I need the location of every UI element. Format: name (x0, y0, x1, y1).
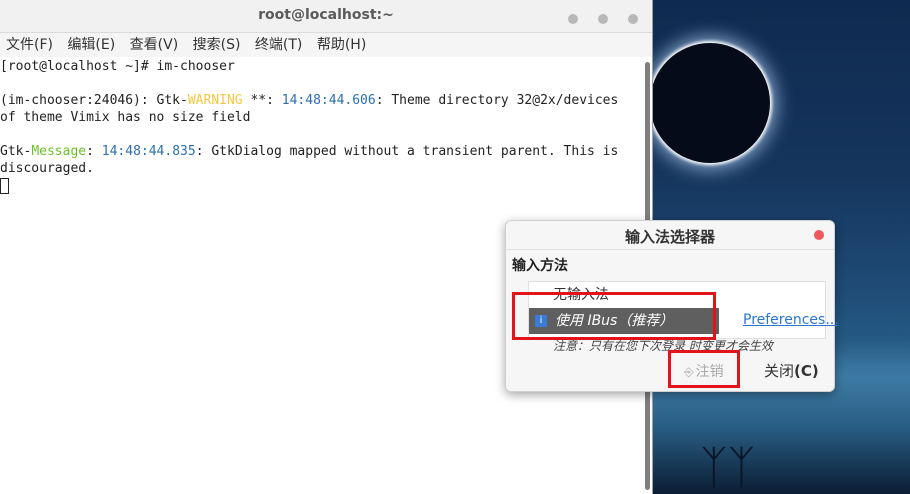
close-button[interactable]: 关闭(C) (764, 360, 819, 381)
logout-icon: ⎆ (684, 365, 694, 379)
close-shortcut: (C) (794, 362, 819, 380)
menu-view[interactable]: 查看(V) (130, 37, 179, 53)
log-text: : GtkDialog mapped without a transient p… (195, 144, 619, 159)
log-sep: : (86, 144, 102, 159)
terminal-line: [root@localhost ~]# im-chooser (0, 59, 235, 74)
log-prefix: Gtk- (0, 144, 32, 159)
log-sep: **: (242, 93, 282, 108)
terminal-titlebar[interactable]: root@localhost:~ (0, 0, 652, 33)
text-cursor (0, 177, 9, 194)
close-icon[interactable] (814, 230, 824, 240)
wallpaper-eclipse (650, 43, 770, 163)
menu-search[interactable]: 搜索(S) (193, 37, 241, 53)
terminal-line: Gtk-Message: 14:48:44.835: GtkDialog map… (0, 143, 640, 160)
relogin-note: 注意：只有在您下次登录 时变更才会生效 (553, 339, 773, 353)
im-chooser-dialog: 输入法选择器 输入方法 无输入法 i 使用 IBus（推荐） Preference… (505, 220, 839, 392)
menu-file[interactable]: 文件(F) (6, 37, 53, 53)
option-ibus[interactable]: i 使用 IBus（推荐） (529, 308, 719, 334)
log-level-message: Message (31, 144, 87, 159)
info-icon: i (535, 315, 547, 327)
option-ibus-label: 使用 IBus（推荐） (555, 313, 674, 329)
close-window-button[interactable] (628, 14, 638, 24)
log-text: : Theme directory 32@2x/devices (375, 93, 619, 108)
wallpaper-antlers: ᛉᛉ (700, 440, 756, 494)
terminal-cursor-line (0, 177, 640, 194)
log-timestamp: 14:48:44.835 (101, 144, 196, 159)
logout-label: 注销 (695, 364, 724, 380)
input-method-list: 无输入法 i 使用 IBus（推荐） Preferences... (528, 281, 839, 339)
close-label: 关闭 (764, 362, 795, 380)
menu-help[interactable]: 帮助(H) (317, 37, 366, 53)
maximize-button[interactable] (597, 14, 608, 24)
preferences-link[interactable]: Preferences... (743, 312, 839, 328)
terminal-line: of theme Vimix has no size field (0, 110, 251, 125)
minimize-button[interactable] (567, 14, 578, 24)
logout-button[interactable]: ⎆ 注销 (684, 361, 724, 381)
log-prefix: (im-chooser:24046): Gtk- (0, 93, 188, 108)
menu-edit[interactable]: 编辑(E) (67, 37, 115, 53)
log-timestamp: 14:48:44.606 (281, 93, 376, 108)
terminal-line: (im-chooser:24046): Gtk-WARNING **: 14:4… (0, 92, 640, 109)
option-no-input-method[interactable]: 无输入法 (553, 284, 609, 304)
dialog-title: 输入法选择器 (624, 228, 715, 246)
menu-terminal[interactable]: 终端(T) (255, 37, 302, 53)
log-level-warning: WARNING (187, 93, 243, 108)
terminal-menubar: 文件(F) 编辑(E) 查看(V) 搜索(S) 终端(T) 帮助(H) (0, 33, 652, 57)
terminal-output[interactable]: [root@localhost ~]# im-chooser (im-choos… (0, 58, 640, 194)
input-method-heading: 输入方法 (512, 258, 568, 274)
window-controls (553, 9, 638, 28)
terminal-line: discouraged. (0, 161, 94, 176)
dialog-titlebar[interactable]: 输入法选择器 (506, 221, 834, 250)
